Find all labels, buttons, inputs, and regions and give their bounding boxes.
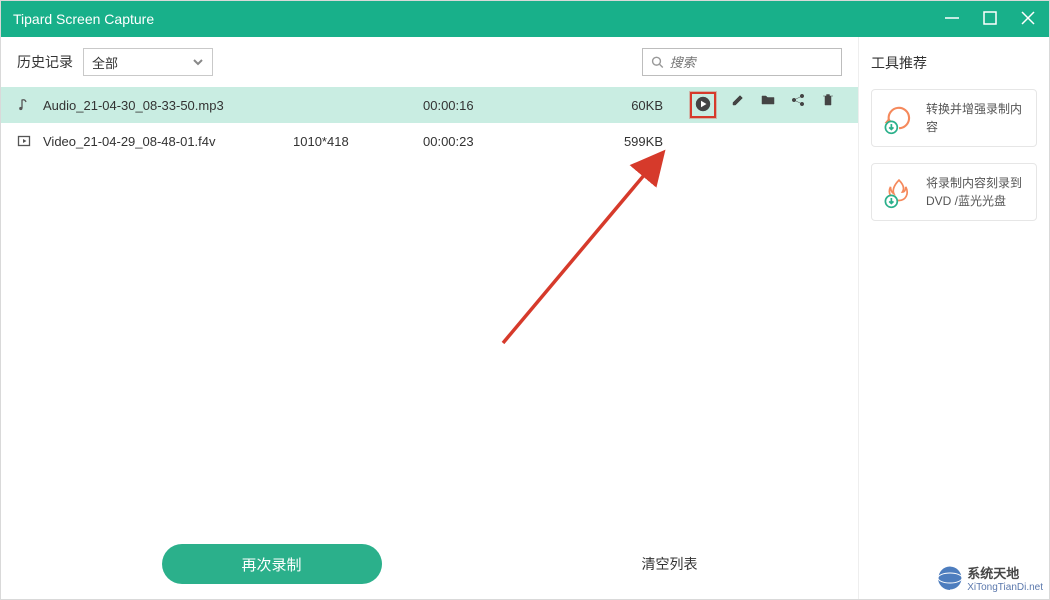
file-resolution: 1010*418 bbox=[293, 134, 423, 149]
main-panel: 历史记录 全部 Audio_21-04-30_08-33-50.mp3 bbox=[1, 37, 859, 599]
file-duration: 00:00:23 bbox=[423, 134, 573, 149]
play-icon[interactable] bbox=[695, 96, 711, 115]
file-duration: 00:00:16 bbox=[423, 98, 573, 113]
clear-list-link[interactable]: 清空列表 bbox=[642, 554, 698, 574]
file-name: Video_21-04-29_08-48-01.f4v bbox=[43, 134, 293, 149]
file-size: 599KB bbox=[573, 134, 663, 149]
folder-icon[interactable] bbox=[760, 92, 776, 118]
burn-icon bbox=[882, 175, 916, 209]
list-item[interactable]: Audio_21-04-30_08-33-50.mp3 00:00:16 60K… bbox=[1, 87, 858, 123]
recommend-card-convert[interactable]: 转换并增强录制内容 bbox=[871, 89, 1037, 147]
sidebar-title: 工具推荐 bbox=[871, 53, 1037, 73]
watermark: 系统天地 XiTongTianDi.net bbox=[937, 563, 1043, 593]
history-label: 历史记录 bbox=[17, 52, 73, 72]
chevron-down-icon bbox=[192, 56, 204, 68]
footer: 再次录制 清空列表 bbox=[1, 529, 858, 599]
toolbar: 历史记录 全部 bbox=[1, 37, 858, 87]
watermark-sub: XiTongTianDi.net bbox=[967, 582, 1043, 593]
list-item[interactable]: Video_21-04-29_08-48-01.f4v 1010*418 00:… bbox=[1, 123, 858, 159]
close-icon[interactable] bbox=[1019, 9, 1037, 30]
search-input-wrapper[interactable] bbox=[642, 48, 842, 76]
watermark-title: 系统天地 bbox=[967, 563, 1043, 582]
trash-icon[interactable] bbox=[820, 92, 836, 118]
recommend-text: 转换并增强录制内容 bbox=[926, 100, 1026, 136]
search-icon bbox=[651, 55, 664, 69]
music-note-icon bbox=[17, 98, 43, 112]
history-list: Audio_21-04-30_08-33-50.mp3 00:00:16 60K… bbox=[1, 87, 858, 159]
app-title: Tipard Screen Capture bbox=[13, 11, 154, 27]
maximize-icon[interactable] bbox=[981, 9, 999, 30]
video-file-icon bbox=[17, 134, 43, 148]
sidebar: 工具推荐 转换并增强录制内容 bbox=[859, 37, 1049, 599]
minimize-icon[interactable] bbox=[943, 9, 961, 30]
file-name: Audio_21-04-30_08-33-50.mp3 bbox=[43, 98, 293, 113]
filter-dropdown[interactable]: 全部 bbox=[83, 48, 213, 76]
share-icon[interactable] bbox=[790, 92, 806, 118]
file-size: 60KB bbox=[573, 98, 663, 113]
titlebar[interactable]: Tipard Screen Capture bbox=[1, 1, 1049, 37]
recommend-card-burn[interactable]: 将录制内容刻录到DVD /蓝光光盘 bbox=[871, 163, 1037, 221]
globe-icon bbox=[937, 565, 963, 591]
recommend-text: 将录制内容刻录到DVD /蓝光光盘 bbox=[926, 174, 1026, 210]
play-button-highlight bbox=[690, 92, 716, 118]
edit-icon[interactable] bbox=[730, 92, 746, 118]
search-input[interactable] bbox=[670, 55, 833, 70]
filter-value: 全部 bbox=[92, 53, 118, 72]
record-again-button[interactable]: 再次录制 bbox=[162, 544, 382, 584]
app-window: Tipard Screen Capture 历史记录 全部 bbox=[0, 0, 1050, 600]
convert-icon bbox=[882, 101, 916, 135]
